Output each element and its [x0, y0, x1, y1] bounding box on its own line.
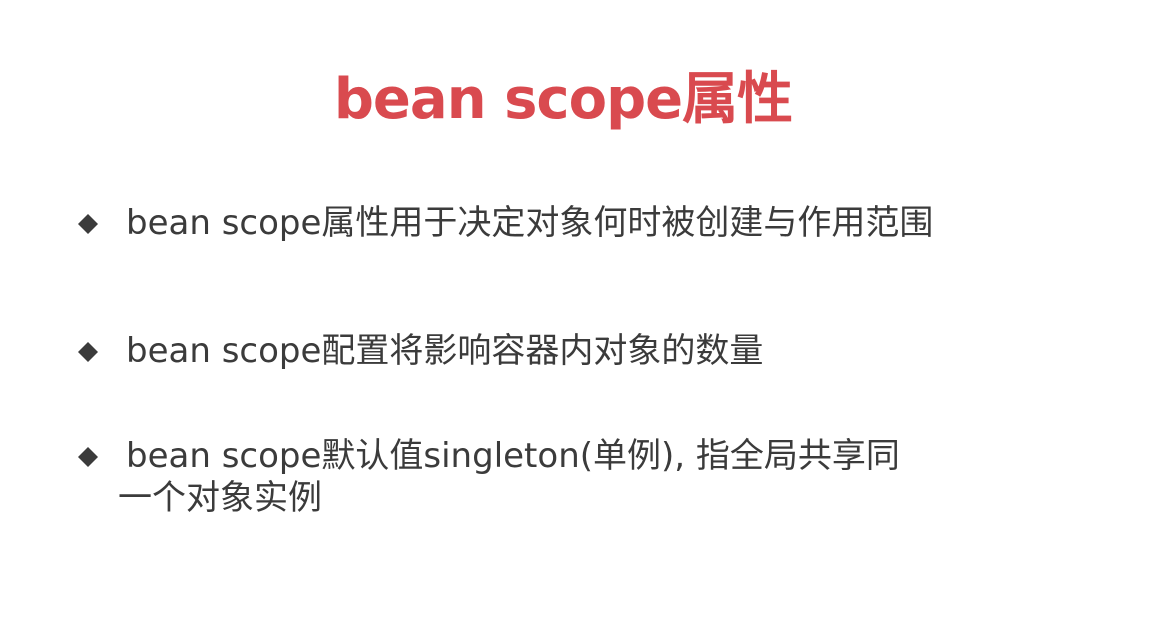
diamond-bullet-icon [78, 214, 98, 234]
bullet-text-continuation: 一个对象实例 [118, 478, 322, 518]
bullet-text: bean scope配置将影响容器内对象的数量 [126, 331, 764, 371]
slide: bean scope属性 bean scope属性用于决定对象何时被创建与作用范… [0, 0, 1164, 624]
diamond-bullet-icon [78, 342, 98, 362]
bullet-text: bean scope属性用于决定对象何时被创建与作用范围 [126, 203, 934, 243]
slide-title: bean scope属性 [333, 67, 793, 132]
diamond-bullet-icon [78, 447, 98, 467]
bullet-text: bean scope默认值singleton(单例), 指全局共享同 [126, 436, 900, 476]
